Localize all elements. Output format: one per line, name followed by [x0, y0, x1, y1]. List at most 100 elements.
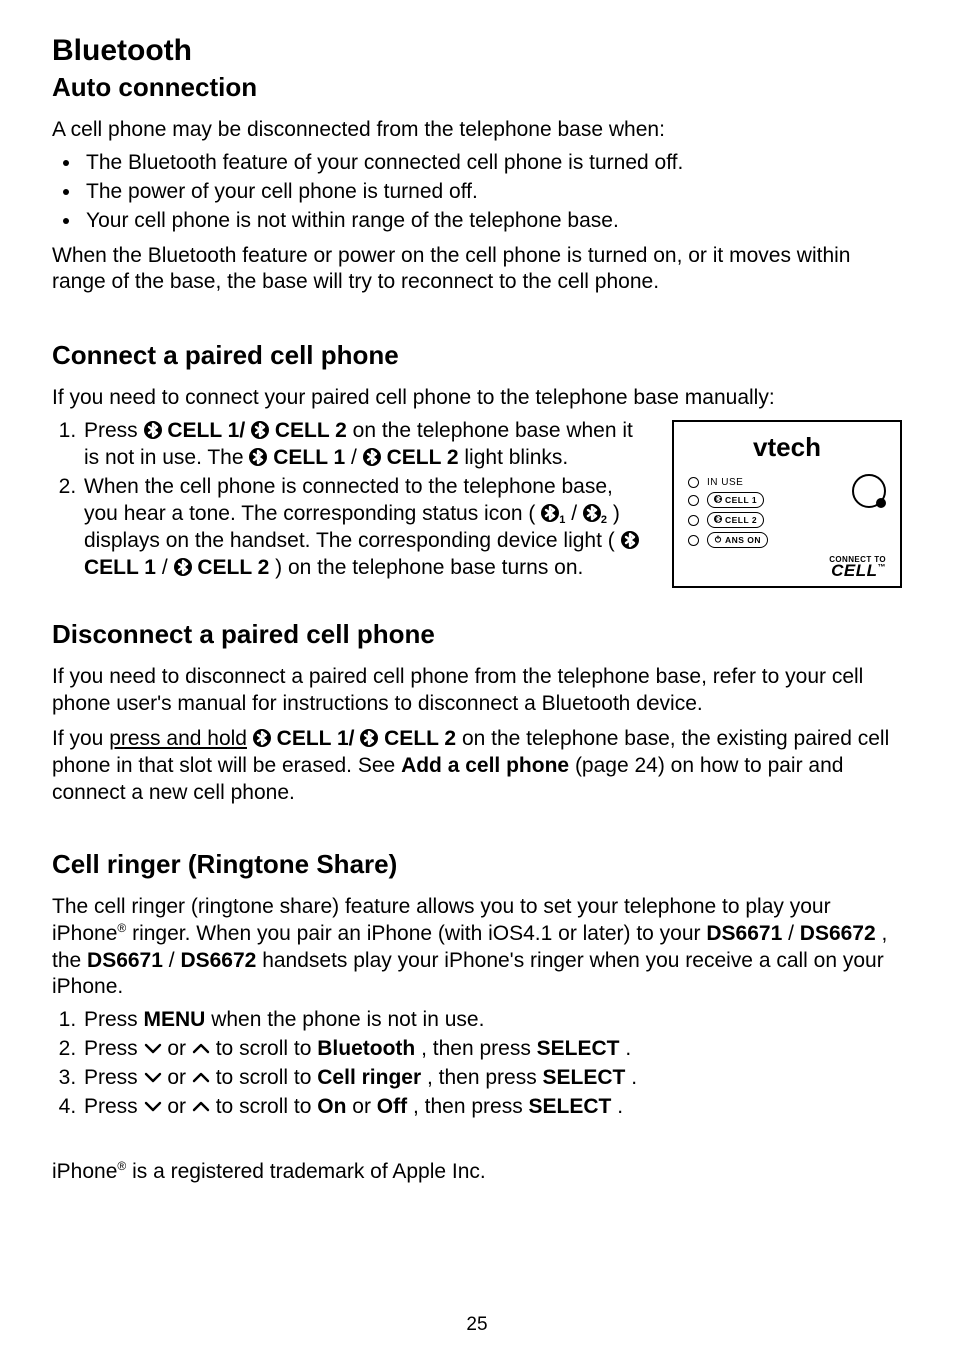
text: to scroll to	[216, 1066, 318, 1089]
round-button-icon	[852, 474, 886, 508]
text: iPhone	[52, 1160, 117, 1183]
auto-bullet-list: The Bluetooth feature of your connected …	[52, 150, 902, 235]
subscript-2: 2	[601, 514, 607, 526]
connect-steps: Press CELL 1/ CELL 2 on the telephone ba…	[52, 418, 642, 581]
text: or	[167, 1095, 192, 1118]
heading-connect: Connect a paired cell phone	[52, 340, 902, 371]
text: Press	[84, 1066, 144, 1089]
text: to scroll to	[216, 1095, 318, 1118]
text: or	[352, 1095, 377, 1118]
telephone-base-illustration: vtech IN USE CELL 1 CELL 2	[672, 420, 902, 588]
text: Off	[377, 1095, 407, 1118]
text: CELL 1	[84, 556, 156, 579]
heading-auto-connection: Auto connection	[52, 72, 902, 103]
text: .	[617, 1095, 623, 1118]
press-and-hold-text: press and hold	[109, 727, 247, 750]
text: DS6672	[180, 949, 256, 972]
bluetooth-icon	[363, 448, 381, 466]
connect-intro: If you need to connect your paired cell …	[52, 385, 902, 412]
heading-cell-ringer: Cell ringer (Ringtone Share)	[52, 849, 902, 880]
bluetooth-icon	[253, 729, 271, 747]
chevron-down-icon	[144, 1072, 162, 1084]
text: SELECT	[529, 1095, 612, 1118]
text: when the phone is not in use.	[211, 1008, 484, 1031]
bluetooth-icon	[144, 421, 162, 439]
text: SELECT	[537, 1037, 620, 1060]
list-item: Press CELL 1/ CELL 2 on the telephone ba…	[82, 418, 642, 472]
list-item: The power of your cell phone is turned o…	[82, 179, 902, 206]
manual-page: Bluetooth Auto connection A cell phone m…	[0, 0, 954, 1354]
text: If you	[52, 727, 109, 750]
text: is a registered trademark of Apple Inc.	[132, 1160, 486, 1183]
cell2-button-icon: CELL 2	[707, 512, 764, 528]
bluetooth-icon	[714, 515, 722, 525]
heading-disconnect: Disconnect a paired cell phone	[52, 619, 902, 650]
text: light blinks.	[464, 446, 568, 469]
text: MENU	[144, 1008, 206, 1031]
text: or	[167, 1066, 192, 1089]
ringer-steps: Press MENU when the phone is not in use.…	[52, 1007, 902, 1121]
text: /	[788, 922, 794, 945]
text: DS6672	[800, 922, 876, 945]
bluetooth-icon	[249, 448, 267, 466]
text: /	[571, 502, 577, 525]
text: SELECT	[543, 1066, 626, 1089]
text: Cell ringer	[317, 1066, 421, 1089]
text: DS6671	[87, 949, 163, 972]
trademark-symbol: ™	[878, 562, 887, 571]
list-item: When the cell phone is connected to the …	[82, 474, 642, 582]
text: Bluetooth	[317, 1037, 415, 1060]
text: ANS ON	[725, 535, 761, 545]
text: Press	[84, 1008, 144, 1031]
list-item: The Bluetooth feature of your connected …	[82, 150, 902, 177]
text: CELL 2	[725, 515, 757, 525]
chevron-up-icon	[192, 1072, 210, 1084]
led-icon	[688, 535, 699, 546]
text: CELL 2	[387, 446, 459, 469]
text: /	[162, 556, 168, 579]
in-use-label: IN USE	[707, 477, 743, 488]
text: CELL 2	[384, 727, 456, 750]
text: handsets play your iPhone's ringer when …	[52, 949, 884, 999]
text: /	[169, 949, 175, 972]
bluetooth-icon	[621, 531, 639, 549]
text: Press	[84, 1095, 144, 1118]
text: CELL 1/	[167, 419, 245, 442]
cell1-button-icon: CELL 1	[707, 492, 764, 508]
page-number: 25	[0, 1314, 954, 1336]
auto-outro: When the Bluetooth feature or power on t…	[52, 243, 902, 297]
text: .	[631, 1066, 637, 1089]
text: On	[317, 1095, 346, 1118]
registered-symbol: ®	[117, 921, 126, 935]
text: , then press	[421, 1037, 537, 1060]
chevron-up-icon	[192, 1043, 210, 1055]
cell-logo: CELL™	[831, 561, 886, 581]
chevron-down-icon	[144, 1101, 162, 1113]
disconnect-p2: If you press and hold CELL 1/ CELL 2 on …	[52, 726, 902, 807]
text: to scroll to	[216, 1037, 318, 1060]
text: CELL	[831, 561, 877, 580]
led-icon	[688, 477, 699, 488]
bluetooth-icon	[714, 495, 722, 505]
list-item: Your cell phone is not within range of t…	[82, 208, 902, 235]
page-title: Bluetooth	[52, 34, 902, 68]
led-icon	[688, 495, 699, 506]
text: ringer. When you pair an iPhone (with iO…	[132, 922, 706, 945]
power-icon	[714, 535, 722, 545]
list-item: Press or to scroll to On or Off , then p…	[82, 1094, 902, 1121]
list-item: Press MENU when the phone is not in use.	[82, 1007, 902, 1034]
text: CELL 2	[197, 556, 269, 579]
auto-intro: A cell phone may be disconnected from th…	[52, 117, 902, 144]
ans-on-row: ANS ON	[688, 532, 886, 548]
list-item: Press or to scroll to Cell ringer , then…	[82, 1065, 902, 1092]
disconnect-p1: If you need to disconnect a paired cell …	[52, 664, 902, 718]
text: Press	[84, 419, 144, 442]
trademark-notice: iPhone® is a registered trademark of App…	[52, 1159, 902, 1184]
text: CELL 2	[275, 419, 347, 442]
chevron-down-icon	[144, 1043, 162, 1055]
text: , then press	[427, 1066, 543, 1089]
bluetooth-icon	[174, 558, 192, 576]
text: Press	[84, 1037, 144, 1060]
bluetooth-icon	[360, 729, 378, 747]
chevron-up-icon	[192, 1101, 210, 1113]
